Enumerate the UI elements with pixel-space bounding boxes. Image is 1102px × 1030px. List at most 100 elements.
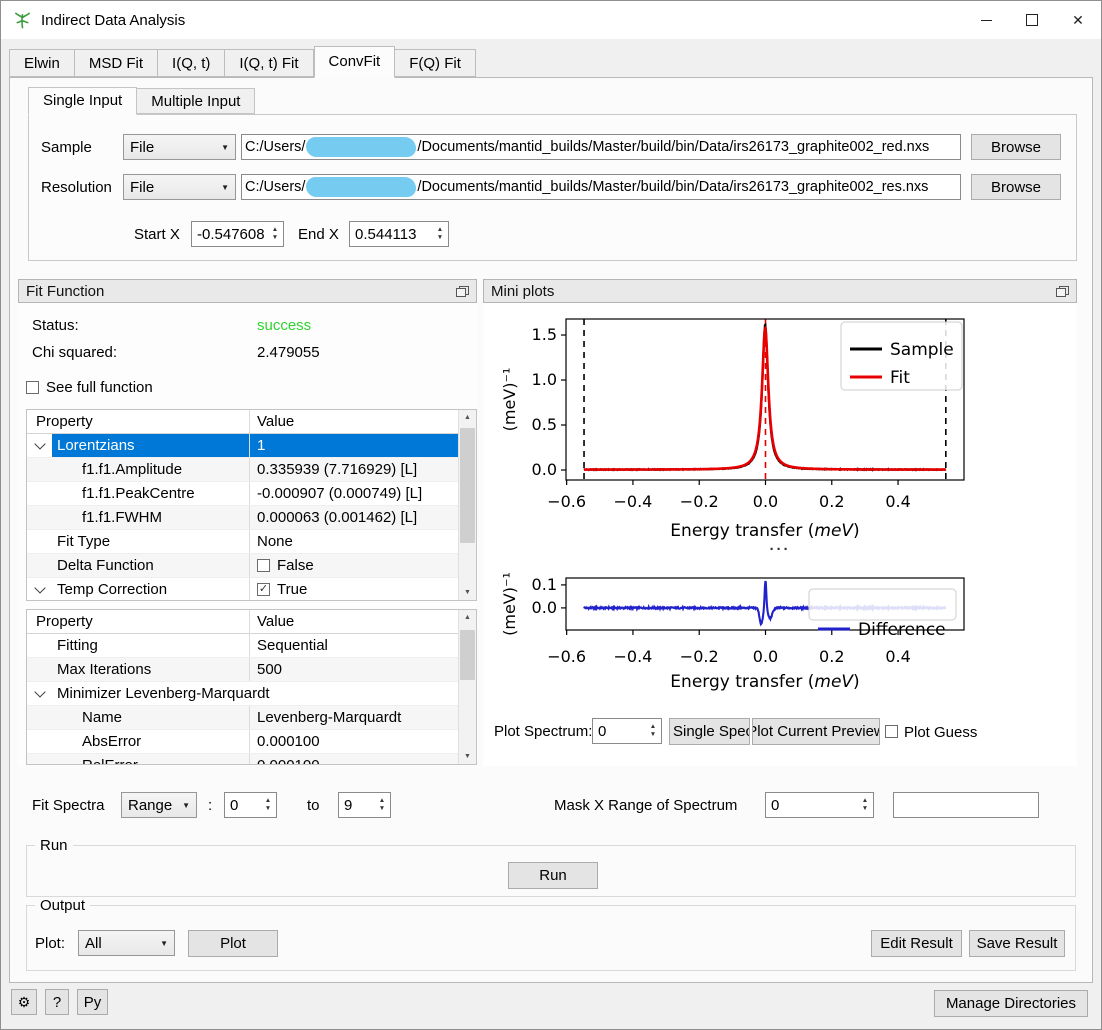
undock-icon[interactable]: [456, 286, 469, 297]
property-name: Delta Function: [57, 555, 154, 577]
start-x-spinbox[interactable]: -0.547608 ▲▼: [191, 221, 284, 247]
end-x-spinbox[interactable]: 0.544113 ▲▼: [349, 221, 449, 247]
scrollbar[interactable]: ▲ ▼: [458, 410, 476, 600]
manage-directories-button[interactable]: Manage Directories: [934, 990, 1088, 1017]
property-row-f1-f1-fwhm[interactable]: f1.f1.FWHM0.000063 (0.001462) [L]: [27, 506, 458, 530]
sample-browse-button[interactable]: Browse: [971, 134, 1061, 160]
fit-spectra-mode-select[interactable]: Range▼: [121, 792, 197, 818]
mask-spectrum-spinbox[interactable]: 0 ▲▼: [765, 792, 874, 818]
y-axis-label: (meV)⁻¹: [500, 572, 519, 636]
spin-arrows-icon[interactable]: ▲▼: [260, 793, 276, 817]
subtab-multiple-input[interactable]: Multiple Input: [137, 88, 255, 114]
property-row-delta-function[interactable]: Delta FunctionFalse: [27, 554, 458, 578]
plot-guess-checkbox[interactable]: [885, 725, 898, 738]
close-button[interactable]: ✕: [1055, 1, 1101, 39]
tab-i-q-t[interactable]: I(Q, t): [158, 49, 225, 77]
tab-elwin[interactable]: Elwin: [9, 49, 75, 77]
tab-f-q-fit[interactable]: F(Q) Fit: [395, 49, 476, 77]
spin-arrows-icon[interactable]: ▲▼: [374, 793, 390, 817]
run-group-label: Run: [35, 837, 73, 854]
svg-text:0.2: 0.2: [819, 492, 844, 511]
expand-chevron-icon[interactable]: [34, 686, 45, 697]
maximize-icon: [1026, 14, 1038, 26]
output-group-label: Output: [35, 897, 90, 914]
sample-fit-plot-canvas[interactable]: −0.6−0.4−0.20.00.20.40.00.51.01.5Energy …: [499, 312, 1069, 549]
property-name: Lorentzians: [57, 435, 135, 457]
plot-output-button[interactable]: Plot: [188, 930, 278, 957]
see-full-function-checkbox[interactable]: See full function: [26, 379, 153, 396]
scroll-down-icon[interactable]: ▼: [459, 749, 476, 764]
scroll-down-icon[interactable]: ▼: [459, 585, 476, 600]
maximize-button[interactable]: [1009, 1, 1055, 39]
fit-spectra-to-spinbox[interactable]: 9 ▲▼: [338, 792, 391, 818]
legend-label-difference: Difference: [858, 620, 946, 640]
difference-plot-canvas[interactable]: −0.6−0.4−0.20.00.20.40.00.1Energy transf…: [499, 565, 1069, 692]
property-row-name[interactable]: NameLevenberg-Marquardt: [27, 706, 458, 730]
sample-source-select[interactable]: File▼: [123, 134, 236, 160]
property-name: Max Iterations: [57, 659, 151, 681]
property-row-minimizer-levenberg-marquardt[interactable]: Minimizer Levenberg-Marquardt: [27, 682, 458, 706]
resolution-browse-button[interactable]: Browse: [971, 174, 1061, 200]
title-bar: Indirect Data Analysis ✕: [1, 1, 1101, 39]
spin-arrows-icon[interactable]: ▲▼: [857, 793, 873, 817]
save-result-button[interactable]: Save Result: [969, 930, 1065, 957]
table-header: PropertyValue: [27, 410, 458, 434]
minimize-button[interactable]: [963, 1, 1009, 39]
single-spectrum-button[interactable]: Single Spectrum: [669, 718, 750, 745]
resolution-path-input[interactable]: C:/Users//Documents/mantid_builds/Master…: [241, 174, 961, 200]
run-button[interactable]: Run: [508, 862, 598, 889]
spin-arrows-icon[interactable]: ▲▼: [432, 222, 448, 246]
property-row-relerror[interactable]: RelError0.000100: [27, 754, 458, 764]
splitter-handle[interactable]: ···: [483, 541, 1077, 558]
mask-range-input[interactable]: [893, 792, 1039, 818]
resolution-label: Resolution: [41, 179, 112, 196]
tab-convfit[interactable]: ConvFit: [314, 46, 396, 78]
plot-output-select[interactable]: All▼: [78, 930, 175, 956]
tab-msd-fit[interactable]: MSD Fit: [75, 49, 158, 77]
output-group: Output Plot: All▼ Plot Edit Result Save …: [26, 905, 1076, 971]
edit-result-button[interactable]: Edit Result: [871, 930, 962, 957]
scroll-up-icon[interactable]: ▲: [459, 410, 476, 425]
plot-spectrum-spinbox[interactable]: 0 ▲▼: [592, 718, 662, 744]
fit-spectra-from-spinbox[interactable]: 0 ▲▼: [224, 792, 277, 818]
mini-plots-body: −0.6−0.4−0.20.00.20.40.00.51.01.5Energy …: [483, 303, 1077, 766]
property-row-abserror[interactable]: AbsError0.000100: [27, 730, 458, 754]
expand-chevron-icon[interactable]: [34, 438, 45, 449]
property-row-temp-correction[interactable]: Temp Correction✓True: [27, 578, 458, 600]
svg-text:0.0: 0.0: [532, 598, 557, 617]
plot-current-preview-button[interactable]: Plot Current Preview: [752, 718, 880, 745]
property-row-f1-f1-amplitude[interactable]: f1.f1.Amplitude0.335939 (7.716929) [L]: [27, 458, 458, 482]
fit-spectra-separator: :: [208, 797, 212, 814]
resolution-source-select[interactable]: File▼: [123, 174, 236, 200]
legend-box: [809, 589, 956, 620]
checkbox-icon[interactable]: [26, 381, 39, 394]
property-row-f1-f1-peakcentre[interactable]: f1.f1.PeakCentre-0.000907 (0.000749) [L]: [27, 482, 458, 506]
value-checkbox[interactable]: [257, 559, 270, 572]
scrollbar-thumb[interactable]: [460, 630, 475, 680]
settings-button[interactable]: ⚙: [11, 989, 37, 1015]
redacted-username-blob: [306, 137, 416, 157]
scroll-up-icon[interactable]: ▲: [459, 610, 476, 625]
subtab-single-input[interactable]: Single Input: [28, 87, 137, 115]
property-row-fit-type[interactable]: Fit TypeNone: [27, 530, 458, 554]
expand-chevron-icon[interactable]: [34, 582, 45, 593]
property-row-max-iterations[interactable]: Max Iterations500: [27, 658, 458, 682]
plot-guess-label: Plot Guess: [904, 724, 977, 741]
legend-label-sample: Sample: [890, 340, 954, 360]
legend-label-fit: Fit: [890, 368, 910, 388]
property-row-lorentzians[interactable]: Lorentzians1: [27, 434, 458, 458]
sample-path-input[interactable]: C:/Users//Documents/mantid_builds/Master…: [241, 134, 961, 160]
tab-i-q-t-fit[interactable]: I(Q, t) Fit: [225, 49, 313, 77]
python-button[interactable]: Py: [77, 989, 108, 1015]
spin-arrows-icon[interactable]: ▲▼: [645, 719, 661, 743]
help-button[interactable]: ?: [45, 989, 69, 1015]
indirect-data-analysis-window: Indirect Data Analysis ✕ ElwinMSD FitI(Q…: [0, 0, 1102, 1030]
scrollbar[interactable]: ▲ ▼: [458, 610, 476, 764]
value-checkbox[interactable]: ✓: [257, 583, 270, 596]
spin-arrows-icon[interactable]: ▲▼: [267, 222, 283, 246]
svg-text:0.0: 0.0: [532, 460, 557, 479]
property-row-fitting[interactable]: FittingSequential: [27, 634, 458, 658]
undock-icon[interactable]: [1056, 286, 1069, 297]
scrollbar-thumb[interactable]: [460, 428, 475, 543]
svg-text:1.0: 1.0: [532, 370, 557, 389]
